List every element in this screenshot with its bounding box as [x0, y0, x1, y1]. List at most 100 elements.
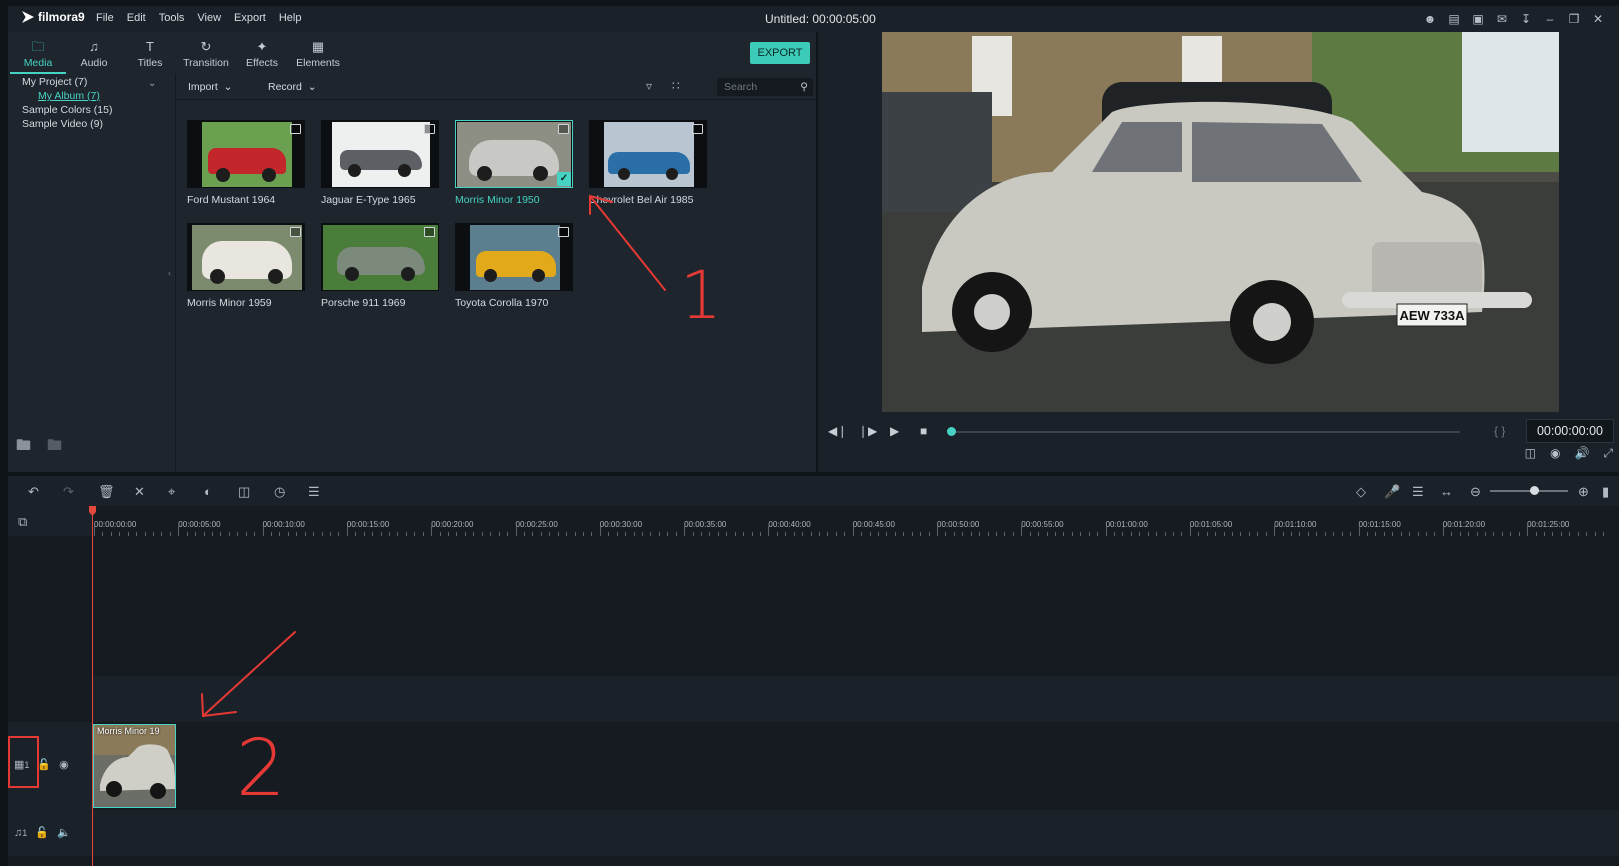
image-type-icon — [558, 227, 569, 237]
lock-icon[interactable]: 🔓 — [35, 826, 49, 839]
video-track-1[interactable] — [92, 722, 1619, 810]
grid-view-icon[interactable]: ∷ — [672, 79, 680, 93]
audio-track-1[interactable] — [92, 810, 1619, 856]
menu-edit[interactable]: Edit — [127, 12, 146, 24]
timeline-ruler[interactable]: 00:00:00:00 00:00:05:00 00:00:10:00 00:00:1… — [92, 506, 1619, 536]
folder-outline-icon[interactable]: 🖿 — [47, 435, 62, 460]
tree-item-my-project[interactable]: My Project (7) — [22, 76, 87, 88]
playhead[interactable] — [89, 506, 96, 866]
tree-item-sample-colors[interactable]: Sample Colors (15) — [22, 104, 112, 116]
media-thumbnail-toyota[interactable] — [455, 223, 573, 291]
export-button[interactable]: EXPORT — [750, 42, 810, 64]
save-icon[interactable]: ▣ — [1471, 12, 1485, 26]
zoom-slider-handle[interactable] — [1530, 486, 1539, 495]
panel-toggle-icon[interactable]: ▮ — [1602, 484, 1609, 500]
search-input[interactable]: Search ⚲ — [717, 78, 813, 96]
new-folder-icon[interactable]: 🖿 — [16, 435, 31, 460]
media-thumbnail-morris-minor-1959[interactable] — [187, 223, 305, 291]
zoom-out-icon[interactable]: ⊖ — [1470, 484, 1481, 500]
checkmark-icon: ✓ — [557, 172, 571, 186]
user-icon[interactable]: ☻ — [1423, 12, 1437, 26]
import-dropdown[interactable]: Import ⌄ — [188, 81, 232, 93]
filter-icon[interactable]: ▿ — [646, 79, 652, 93]
media-library-panel: 🗀 Media ♫ Audio T Titles ↻ Transition ✦ … — [8, 32, 816, 472]
import-label: Import — [188, 81, 218, 93]
render-preview-icon[interactable]: ◫ — [1525, 446, 1536, 461]
undo-icon[interactable]: ↶ — [28, 484, 39, 500]
ruler-tick — [515, 526, 517, 536]
tab-media[interactable]: 🗀 Media — [10, 32, 66, 74]
timeline-clip-morris-minor[interactable]: Morris Minor 19 — [93, 724, 176, 808]
delete-icon[interactable]: 🗑 — [98, 484, 115, 500]
close-icon[interactable]: ✕ — [1591, 12, 1605, 26]
thumbnail-image — [604, 122, 694, 187]
thumbnail-image — [192, 225, 302, 290]
media-thumbnail-morris-minor-1950[interactable]: ✓ — [455, 120, 573, 188]
tab-effects[interactable]: ✦ Effects — [234, 32, 290, 74]
thumbnail-image — [323, 225, 438, 290]
media-label: Chevrolet Bel Air 1985 — [589, 194, 694, 206]
ruler-tick-label: 00:01:20:00 — [1442, 520, 1486, 529]
crop-icon[interactable]: ⌖ — [168, 484, 175, 500]
add-track-icon[interactable]: ⧉ — [18, 514, 27, 530]
fit-timeline-icon[interactable]: ↔ — [1440, 484, 1453, 499]
media-thumbnail-ford-mustang[interactable] — [187, 120, 305, 188]
restore-icon[interactable]: ❐ — [1567, 12, 1581, 26]
menu-file[interactable]: File — [96, 12, 114, 24]
previous-frame-icon[interactable]: ◀❘ — [828, 424, 847, 438]
playback-scrubber[interactable] — [947, 427, 1460, 436]
eye-icon[interactable]: ◉ — [59, 758, 69, 771]
scrubber-handle[interactable] — [947, 427, 956, 436]
in-out-markers-icon[interactable]: { } — [1494, 424, 1505, 438]
zoom-in-icon[interactable]: ⊕ — [1578, 484, 1589, 500]
menu-export[interactable]: Export — [234, 12, 266, 24]
redo-icon[interactable]: ↷ — [63, 484, 74, 500]
ruler-tick — [1189, 526, 1191, 536]
volume-icon[interactable]: 🔊 — [1574, 446, 1589, 461]
marker-icon[interactable]: ◇ — [1356, 484, 1366, 500]
minimize-icon[interactable]: – — [1543, 12, 1557, 26]
snapshot-icon[interactable]: ◉ — [1550, 446, 1560, 461]
tree-item-my-album[interactable]: My Album (7) — [38, 90, 100, 102]
ruler-tick-label: 00:00:15:00 — [346, 520, 390, 529]
stop-icon[interactable]: ■ — [920, 424, 927, 438]
search-icon[interactable]: ⚲ — [800, 81, 808, 93]
voiceover-icon[interactable]: ☰ — [1412, 484, 1424, 500]
media-label: Toyota Corolla 1970 — [455, 297, 549, 309]
media-thumbnail-jaguar[interactable] — [321, 120, 439, 188]
green-screen-icon[interactable]: ◫ — [238, 484, 250, 500]
tab-audio[interactable]: ♫ Audio — [66, 32, 122, 74]
zoom-slider[interactable] — [1490, 486, 1568, 495]
adjust-icon[interactable]: ☰ — [308, 484, 320, 500]
tab-elements[interactable]: ▦ Elements — [290, 32, 346, 74]
cut-icon[interactable]: ✕ — [134, 484, 145, 500]
speaker-icon[interactable]: 🔈 — [57, 826, 71, 839]
chevron-down-icon[interactable]: ⌄ — [148, 78, 156, 89]
menu-view[interactable]: View — [197, 12, 221, 24]
ruler-tick — [1105, 526, 1107, 536]
app-logo-text: filmora9 — [38, 10, 85, 24]
play-icon[interactable]: ▶ — [890, 424, 899, 438]
tab-transition[interactable]: ↻ Transition — [178, 32, 234, 74]
record-dropdown[interactable]: Record ⌄ — [268, 81, 317, 93]
lock-icon[interactable]: 🔓 — [37, 758, 51, 771]
tab-titles[interactable]: T Titles — [122, 32, 178, 74]
ruler-tick-label: 00:00:40:00 — [768, 520, 811, 529]
tab-transition-label: Transition — [183, 57, 229, 69]
menu-tools[interactable]: Tools — [159, 12, 185, 24]
tree-item-sample-video[interactable]: Sample Video (9) — [22, 118, 103, 130]
color-icon[interactable]: ◐ — [204, 484, 212, 499]
microphone-icon[interactable]: 🎤 — [1384, 484, 1400, 500]
collapse-arrow-icon[interactable]: ‹ — [168, 268, 171, 278]
mail-icon[interactable]: ✉ — [1495, 12, 1509, 26]
media-thumbnail-porsche[interactable] — [321, 223, 439, 291]
transition-icon: ↻ — [200, 39, 212, 54]
cart-icon[interactable]: ▤ — [1447, 12, 1461, 26]
fullscreen-icon[interactable]: ⤢ — [1603, 446, 1613, 461]
speed-icon[interactable]: ◷ — [274, 484, 285, 500]
menu-help[interactable]: Help — [279, 12, 302, 24]
media-thumbnail-chevrolet[interactable] — [589, 120, 707, 188]
download-icon[interactable]: ↧ — [1519, 12, 1533, 26]
ruler-tick-label: 00:01:25:00 — [1527, 520, 1570, 529]
next-frame-icon[interactable]: ❘▶ — [858, 424, 877, 438]
